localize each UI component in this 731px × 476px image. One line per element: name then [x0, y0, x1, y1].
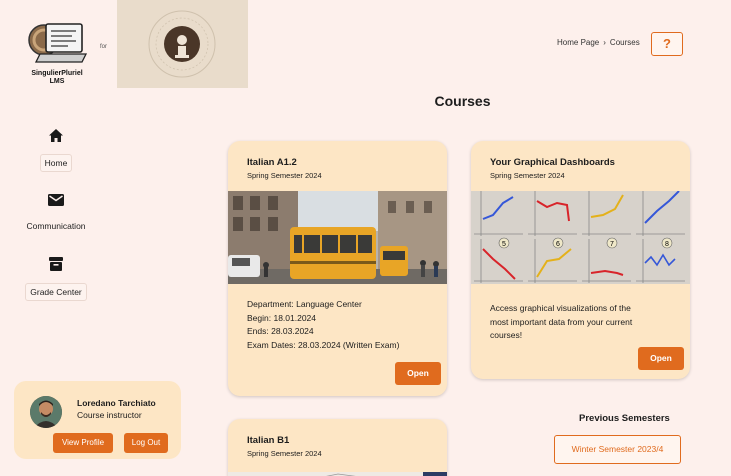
previous-semester-button[interactable]: Winter Semester 2023/4 — [554, 435, 681, 464]
course-card[interactable]: Italian A1.2 Spring Semester 2024 Depart… — [228, 141, 447, 396]
dashboards-semester: Spring Semester 2024 — [490, 171, 565, 180]
sidebar-item-label: Home — [39, 154, 73, 172]
dashboards-preview: 5 6 7 8 — [471, 190, 690, 289]
sidebar-item-communication[interactable]: Communication — [11, 193, 101, 234]
course-end-date: Ends: 28.03.2024 — [247, 326, 314, 336]
home-icon — [11, 128, 101, 148]
mail-icon — [11, 193, 101, 212]
description-line: most important data from your current — [490, 316, 633, 327]
breadcrumb-separator: › — [603, 38, 606, 47]
chart-number-6: 6 — [556, 241, 560, 248]
page-title: Courses — [434, 93, 491, 109]
lms-logo-caption: SingulierPluriel LMS — [31, 70, 83, 85]
dashboards-description: Access graphical visualizations of the m… — [490, 302, 632, 343]
for-text: for — [100, 44, 108, 50]
course-title: Italian B1 — [247, 435, 290, 446]
sidebar-item-label: Grade Center — [25, 283, 87, 301]
course-begin-date: Begin: 18.01.2024 — [247, 312, 317, 323]
chart-number-8: 8 — [665, 241, 669, 248]
view-profile-button[interactable]: View Profile — [53, 433, 113, 453]
open-course-button[interactable]: Open — [395, 362, 441, 385]
course-exam-dates: Exam Dates: 28.03.2024 (Written Exam) — [247, 339, 400, 350]
course-details: Department: Language Center Begin: 18.01… — [247, 298, 399, 352]
profile-role: Course instructor — [77, 410, 142, 420]
course-semester: Spring Semester 2024 — [247, 171, 322, 180]
breadcrumb: Home Page › Courses — [557, 38, 640, 47]
breadcrumb-current: Courses — [609, 38, 640, 47]
description-line: courses! — [490, 330, 523, 340]
sidebar-item-grade-center[interactable]: Grade Center — [11, 256, 101, 301]
description-line: Access graphical visualizations of the — [490, 303, 631, 313]
chart-number-5: 5 — [502, 241, 506, 248]
chart-number-7: 7 — [610, 241, 614, 248]
course-title: Italian A1.2 — [247, 157, 297, 168]
help-button[interactable]: ? — [651, 32, 683, 56]
breadcrumb-home-link[interactable]: Home Page — [557, 38, 599, 47]
open-dashboards-button[interactable]: Open — [638, 347, 684, 370]
course-semester: Spring Semester 2024 — [247, 449, 322, 458]
log-out-button[interactable]: Log Out — [124, 433, 168, 453]
previous-semesters-heading: Previous Semesters — [579, 413, 670, 424]
profile-card: Loredano Tarchiato Course instructor Vie… — [14, 381, 181, 459]
university-logo — [117, 0, 248, 88]
profile-name: Loredano Tarchiato — [77, 398, 156, 408]
avatar — [30, 396, 62, 428]
archive-icon — [11, 256, 101, 277]
course-image — [228, 469, 447, 476]
course-department: Department: Language Center — [247, 299, 362, 309]
sidebar-item-label: Communication — [26, 221, 86, 231]
course-card[interactable]: Italian B1 Spring Semester 2024 — [228, 419, 447, 476]
tram-image — [228, 191, 447, 289]
dashboards-card[interactable]: Your Graphical Dashboards Spring Semeste… — [471, 141, 690, 379]
dashboards-title: Your Graphical Dashboards — [490, 157, 615, 168]
sidebar-item-home[interactable]: Home — [11, 128, 101, 172]
